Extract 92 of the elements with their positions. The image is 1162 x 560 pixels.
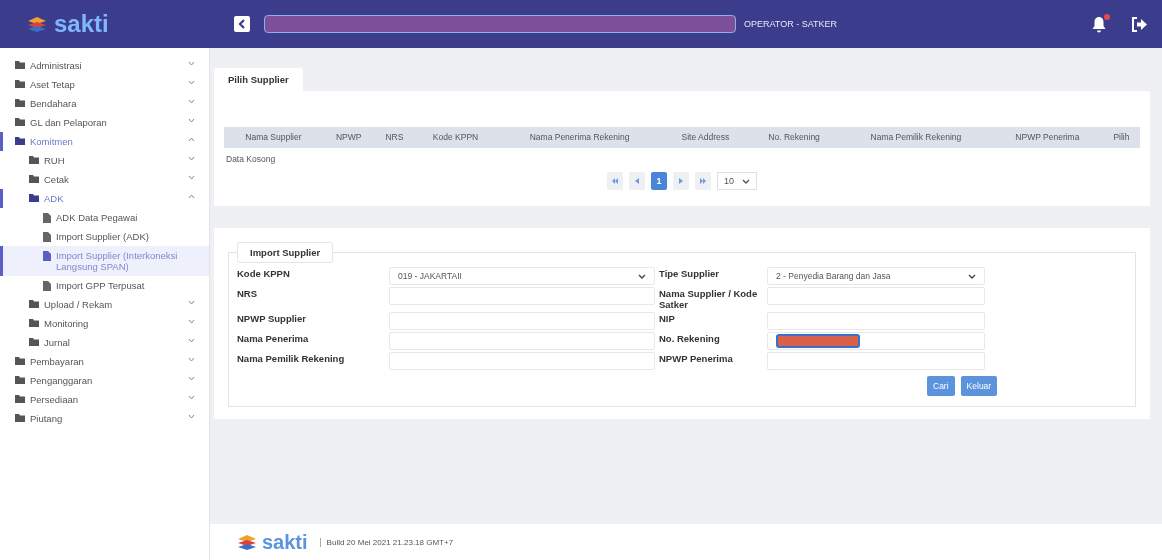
menu-item[interactable]: Piutang: [0, 409, 209, 428]
folder-icon: [29, 319, 39, 327]
folder-icon: [15, 118, 25, 126]
menu-item[interactable]: Monitoring: [0, 314, 209, 333]
chevron-down-icon: [742, 178, 750, 184]
chevron-down-icon: [638, 273, 646, 279]
column-header: NRS: [374, 127, 415, 148]
menu-item[interactable]: Bendahara: [0, 94, 209, 113]
empty-message: Data Kosong: [225, 153, 277, 166]
folder-icon: [15, 99, 25, 107]
select-field[interactable]: 2 - Penyedia Barang dan Jasa: [767, 267, 985, 285]
folder-icon: [29, 175, 39, 183]
menu-item[interactable]: Aset Tetap: [0, 75, 209, 94]
menu-item[interactable]: Import GPP Terpusat: [0, 276, 209, 295]
input-field[interactable]: [389, 312, 655, 330]
previous-page-icon: [634, 178, 640, 184]
input-field[interactable]: [389, 287, 655, 305]
menu-item[interactable]: ADK: [0, 189, 209, 208]
column-header: Nama Pemilik Rekening: [839, 127, 992, 148]
folder-icon: [29, 300, 39, 308]
collapse-button[interactable]: [234, 16, 250, 32]
menu-item[interactable]: Cetak: [0, 170, 209, 189]
next-page-icon: [678, 178, 684, 184]
folder-icon: [29, 194, 39, 202]
last-page-button[interactable]: [695, 172, 711, 190]
next-page-button[interactable]: [673, 172, 689, 190]
file-icon: [43, 281, 51, 291]
menu-item[interactable]: RUH: [0, 151, 209, 170]
select-field[interactable]: 019 - JAKARTAII: [389, 267, 655, 285]
first-page-button[interactable]: [607, 172, 623, 190]
input-field[interactable]: [389, 352, 655, 370]
folder-icon: [15, 61, 25, 69]
field-label: NPWP Supplier: [237, 312, 307, 324]
page-size-select[interactable]: 10: [717, 172, 757, 190]
folder-icon: [15, 80, 25, 88]
chevron-left-icon: [238, 19, 246, 29]
field-label: Nama Pemilik Rekening: [237, 352, 346, 364]
field-label: NRS: [237, 287, 259, 299]
folder-icon: [15, 414, 25, 422]
field-label: Kode KPPN: [237, 267, 291, 279]
menu-item[interactable]: Penganggaran: [0, 371, 209, 390]
column-header: Site Address: [662, 127, 749, 148]
input-field[interactable]: [767, 352, 985, 370]
menu-item[interactable]: Administrasi: [0, 56, 209, 75]
menu-item[interactable]: Persediaan: [0, 390, 209, 409]
build-info: Build 20 Mei 2021 21.23.18 GMT+7: [319, 537, 454, 547]
folder-icon: [29, 156, 39, 164]
logo-icon: [236, 533, 258, 551]
input-field[interactable]: [767, 312, 985, 330]
field-label: No. Rekening: [659, 332, 721, 344]
field-label: NIP: [659, 312, 676, 324]
column-header: NPWP Penerima: [991, 127, 1103, 148]
page-button[interactable]: 1: [651, 172, 667, 190]
menu-item[interactable]: Pembayaran: [0, 352, 209, 371]
folder-icon: [29, 338, 39, 346]
menu-item[interactable]: ADK Data Pegawai: [0, 208, 209, 227]
first-page-icon: [612, 178, 618, 184]
previous-page-button[interactable]: [629, 172, 645, 190]
section-title: Import Supplier: [237, 242, 334, 263]
input-field[interactable]: [389, 332, 655, 350]
folder-icon: [15, 357, 25, 365]
input-field[interactable]: [767, 287, 985, 305]
menu-item[interactable]: GL dan Pelaporan: [0, 113, 209, 132]
logout-icon[interactable]: [1131, 16, 1148, 32]
user-role: OPERATOR - SATKER: [744, 19, 838, 29]
column-header: Kode KPPN: [414, 127, 497, 148]
column-header: Nama Penerima Rekening: [496, 127, 663, 148]
menu-item[interactable]: Import Supplier (ADK): [0, 227, 209, 246]
field-label: Nama Supplier / Kode Satker: [659, 287, 759, 310]
folder-icon: [15, 376, 25, 384]
input-field[interactable]: [767, 332, 985, 350]
column-header: Pilih: [1102, 127, 1140, 148]
footer-logo: sakti: [262, 530, 308, 554]
field-label: Tipe Supplier: [659, 267, 720, 279]
chevron-down-icon: [968, 273, 976, 279]
section-tab[interactable]: Pilih Supplier: [214, 68, 303, 91]
field-label: Nama Penerima: [237, 332, 310, 344]
column-header: No. Rekening: [748, 127, 840, 148]
folder-icon: [15, 137, 25, 145]
app-logo[interactable]: sakti: [54, 10, 109, 38]
logo-icon: [26, 15, 48, 33]
menu-item[interactable]: Komitmen: [0, 132, 209, 151]
column-header: Nama Supplier: [224, 127, 323, 148]
folder-icon: [15, 395, 25, 403]
field-label: NPWP Penerima: [659, 352, 734, 364]
last-page-icon: [700, 178, 706, 184]
bell-icon: [1091, 15, 1107, 33]
notification-button[interactable]: [1091, 15, 1107, 33]
menu-item[interactable]: Jurnal: [0, 333, 209, 352]
notification-dot: [1104, 13, 1110, 20]
menu-item[interactable]: Upload / Rekam: [0, 295, 209, 314]
column-header: NPWP: [322, 127, 375, 148]
